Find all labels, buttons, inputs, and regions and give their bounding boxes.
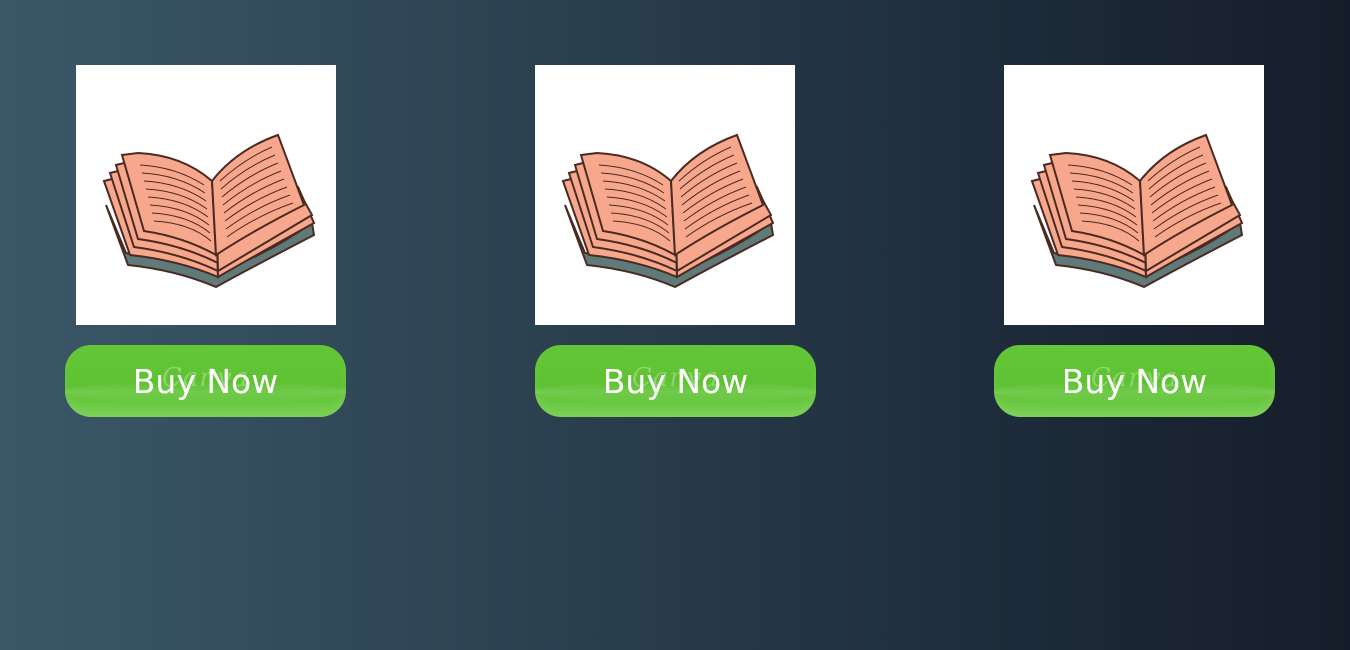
buy-now-label: Buy Now [1061, 361, 1208, 401]
buy-now-button-3[interactable]: Canva Buy Now [994, 345, 1275, 417]
product-image-1[interactable] [76, 65, 336, 325]
buy-now-label: Buy Now [602, 361, 749, 401]
buy-now-button-2[interactable]: Canva Buy Now [535, 345, 816, 417]
buy-now-label: Buy Now [132, 361, 279, 401]
buy-now-button-1[interactable]: Canva Buy Now [65, 345, 346, 417]
open-book-icon [561, 133, 775, 289]
product-image-2[interactable] [535, 65, 795, 325]
open-book-icon [1030, 133, 1244, 289]
open-book-icon [102, 133, 316, 289]
product-image-3[interactable] [1004, 65, 1264, 325]
